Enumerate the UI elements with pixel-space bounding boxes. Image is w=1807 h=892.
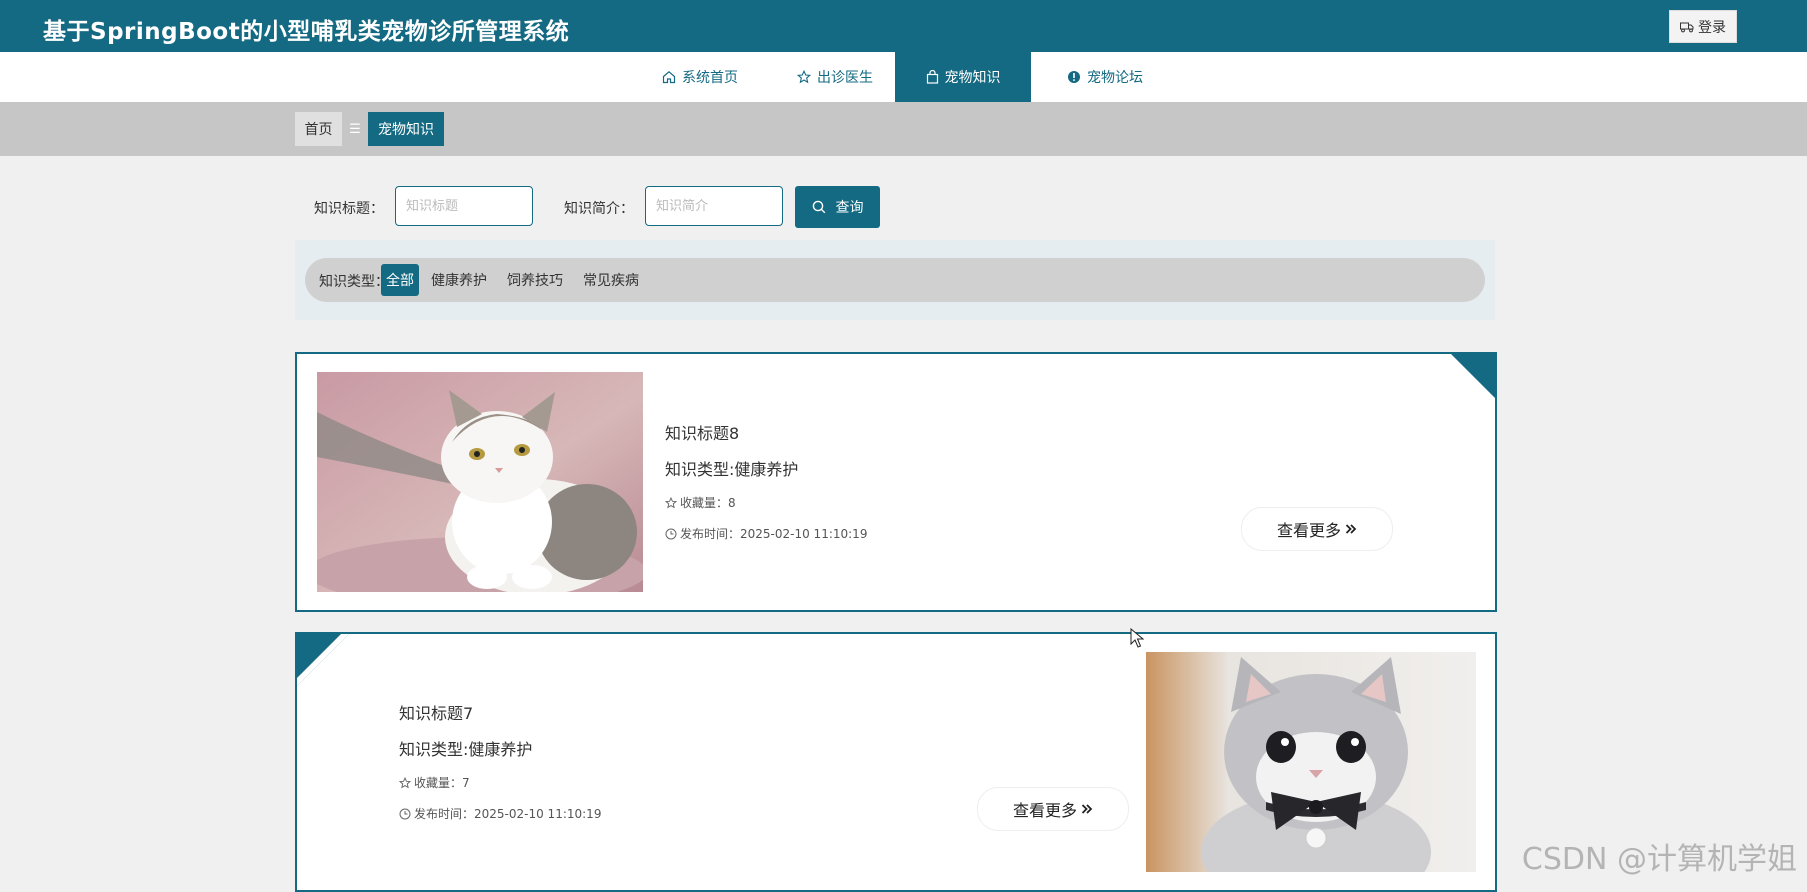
main-nav: 系统首页 出诊医生 宠物知识 宠物论坛 <box>0 52 1807 102</box>
card-favorites-text: 收藏量：7 <box>414 776 470 790</box>
type-filter-label: 知识类型： <box>319 274 389 290</box>
double-chevron-right-icon <box>1081 804 1093 814</box>
nav-item-label: 宠物论坛 <box>1087 70 1143 86</box>
nav-item-label: 出诊医生 <box>817 70 873 86</box>
view-more-button[interactable]: 查看更多 <box>1241 507 1393 551</box>
breadcrumb-separator-icon: ☰ <box>349 121 361 137</box>
card-favorites-text: 收藏量：8 <box>680 496 736 510</box>
nav-item-home[interactable]: 系统首页 <box>640 52 760 102</box>
title-search-label: 知识标题： <box>314 201 384 217</box>
bag-icon <box>926 70 938 84</box>
site-title: 基于SpringBoot的小型哺乳类宠物诊所管理系统 <box>43 19 570 45</box>
nav-item-label: 宠物知识 <box>944 70 1001 86</box>
corner-ribbon <box>1443 354 1495 406</box>
card-favorites: 收藏量：8 <box>665 494 867 511</box>
type-option-disease[interactable]: 常见疾病 <box>579 264 643 296</box>
type-filter-panel: 知识类型： 全部 健康养护 饲养技巧 常见疾病 <box>295 240 1495 320</box>
card-image[interactable] <box>1146 652 1476 872</box>
card-published: 发布时间：2025-02-10 11:10:19 <box>399 805 601 822</box>
search-icon <box>812 200 825 214</box>
title-search-input[interactable] <box>395 186 533 226</box>
search-bar: 知识标题： 知识简介： 查询 <box>0 186 1807 228</box>
card-published-text: 发布时间：2025-02-10 11:10:19 <box>680 527 868 541</box>
clock-icon <box>399 808 411 819</box>
nav-item-label: 系统首页 <box>682 70 738 86</box>
card-type: 知识类型:健康养护 <box>399 740 533 759</box>
truck-icon <box>1680 22 1694 32</box>
card-text: 知识标题7 知识类型:健康养护 收藏量：7 发布时间：2025-02-10 11… <box>399 700 601 836</box>
card-title[interactable]: 知识标题8 <box>665 420 867 444</box>
knowledge-card[interactable]: 知识标题8 知识类型:健康养护 收藏量：8 发布时间：2025-02-10 11… <box>295 352 1497 612</box>
watermark: CSDN @计算机学姐 <box>1521 842 1797 877</box>
card-published-text: 发布时间：2025-02-10 11:10:19 <box>414 807 602 821</box>
grey-kitten-with-bow-photo <box>1146 652 1476 872</box>
double-chevron-right-icon <box>1345 524 1357 534</box>
card-favorites: 收藏量：7 <box>399 774 601 791</box>
top-bar: 基于SpringBoot的小型哺乳类宠物诊所管理系统 登录 <box>0 0 1807 52</box>
nav-item-doctors[interactable]: 出诊医生 <box>775 52 895 102</box>
type-option-feeding[interactable]: 饲养技巧 <box>503 264 567 296</box>
breadcrumb: 首页 ☰ 宠物知识 <box>0 102 1807 156</box>
type-option-health[interactable]: 健康养护 <box>427 264 491 296</box>
type-option-all[interactable]: 全部 <box>381 264 419 296</box>
intro-search-input[interactable] <box>645 186 783 226</box>
white-tabby-cat-photo <box>317 372 643 592</box>
nav-item-knowledge[interactable]: 宠物知识 <box>895 52 1031 102</box>
clock-icon <box>665 528 677 539</box>
intro-search-label: 知识简介： <box>564 201 634 217</box>
star-icon <box>665 496 677 508</box>
card-text: 知识标题8 知识类型:健康养护 收藏量：8 发布时间：2025-02-10 11… <box>665 420 867 556</box>
star-icon <box>797 70 811 84</box>
login-button[interactable]: 登录 <box>1669 10 1737 43</box>
view-more-button[interactable]: 查看更多 <box>977 787 1129 831</box>
nav-item-forum[interactable]: 宠物论坛 <box>1045 52 1165 102</box>
alert-circle-icon <box>1068 71 1080 83</box>
view-more-label: 查看更多 <box>1012 801 1077 820</box>
login-label: 登录 <box>1698 19 1726 36</box>
search-button[interactable]: 查询 <box>795 186 880 228</box>
view-more-label: 查看更多 <box>1276 521 1341 540</box>
knowledge-card[interactable]: 知识标题7 知识类型:健康养护 收藏量：7 发布时间：2025-02-10 11… <box>295 632 1497 892</box>
card-published: 发布时间：2025-02-10 11:10:19 <box>665 525 867 542</box>
home-icon <box>662 71 676 84</box>
search-button-label: 查询 <box>835 200 864 216</box>
breadcrumb-current: 宠物知识 <box>368 112 444 146</box>
breadcrumb-home[interactable]: 首页 <box>295 112 342 146</box>
card-image[interactable] <box>317 372 643 592</box>
type-filter: 知识类型： 全部 健康养护 饲养技巧 常见疾病 <box>305 258 1485 302</box>
corner-ribbon <box>297 634 349 686</box>
mouse-cursor-icon <box>1130 628 1144 648</box>
card-title[interactable]: 知识标题7 <box>399 700 601 724</box>
card-type: 知识类型:健康养护 <box>665 460 799 479</box>
star-icon <box>399 776 411 788</box>
